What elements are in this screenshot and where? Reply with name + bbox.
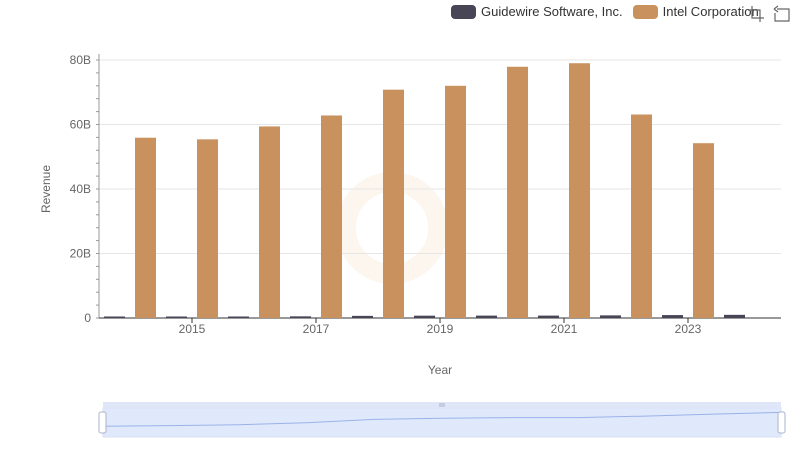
bar-intel-2022[interactable]: [631, 114, 652, 318]
bar-intel-2014[interactable]: [135, 137, 156, 318]
restore-icon[interactable]: [773, 5, 791, 23]
chart-canvas: 0 20B 40B 60B 80B 2015 2017 2019 2021 2023 Reven…: [39, 53, 786, 438]
y-tick-label: 20B: [70, 247, 91, 261]
bar-guidewire-2015[interactable]: [166, 316, 187, 319]
data-zoom-icon[interactable]: [747, 5, 765, 23]
bar-guidewire-2016[interactable]: [228, 316, 249, 319]
bar-guidewire-2024[interactable]: [724, 314, 745, 318]
x-axis-label: Year: [428, 363, 452, 377]
y-axis-label: Revenue: [39, 165, 53, 213]
bar-intel-2020[interactable]: [507, 66, 528, 319]
x-axis: 2015 2017 2019 2021 2023: [99, 317, 781, 336]
y-tick-label: 0: [84, 311, 91, 325]
bar-guidewire-2021[interactable]: [538, 315, 559, 318]
x-tick-label: 2023: [675, 322, 702, 336]
x-tick-label: 2017: [303, 322, 330, 336]
bar-guidewire-2023[interactable]: [662, 315, 683, 318]
y-tick-label: 40B: [70, 182, 91, 196]
y-tick-label: 60B: [70, 118, 91, 132]
legend-label-guidewire: Guidewire Software, Inc.: [481, 4, 623, 19]
bar-intel-2021[interactable]: [569, 63, 590, 318]
bar-guidewire-2018[interactable]: [352, 315, 373, 318]
legend: Guidewire Software, Inc. Intel Corporati…: [451, 4, 769, 19]
bar-guidewire-2014[interactable]: [104, 316, 125, 319]
toolbox: [747, 5, 799, 23]
legend-label-intel: Intel Corporation: [662, 4, 759, 19]
y-tick-label: 80B: [70, 53, 91, 67]
x-tick-label: 2015: [179, 322, 206, 336]
bar-intel-2023[interactable]: [693, 143, 714, 318]
bar-intel-2015[interactable]: [197, 139, 218, 318]
data-zoom-selection[interactable]: [103, 408, 781, 437]
bar-guidewire-2022[interactable]: [600, 315, 621, 318]
bar-intel-2018[interactable]: [383, 89, 404, 318]
bar-guidewire-2019[interactable]: [414, 315, 435, 318]
legend-swatch-guidewire: [451, 4, 476, 19]
bar-intel-2017[interactable]: [321, 115, 342, 318]
bar-intel-2016[interactable]: [259, 126, 280, 318]
legend-item-intel[interactable]: Intel Corporation: [632, 4, 759, 19]
bar-guidewire-2020[interactable]: [476, 315, 497, 318]
data-zoom-slider[interactable]: [98, 402, 786, 438]
bar-guidewire-2017[interactable]: [290, 316, 311, 318]
data-zoom-left-handle[interactable]: [98, 411, 107, 434]
x-tick-label: 2021: [551, 322, 578, 336]
bar-intel-2019[interactable]: [445, 85, 466, 318]
data-zoom-right-handle[interactable]: [777, 411, 786, 434]
y-axis: 0 20B 40B 60B 80B: [70, 53, 100, 325]
legend-item-guidewire[interactable]: Guidewire Software, Inc.: [451, 4, 623, 19]
legend-swatch-intel: [632, 4, 658, 19]
x-tick-label: 2019: [427, 322, 454, 336]
